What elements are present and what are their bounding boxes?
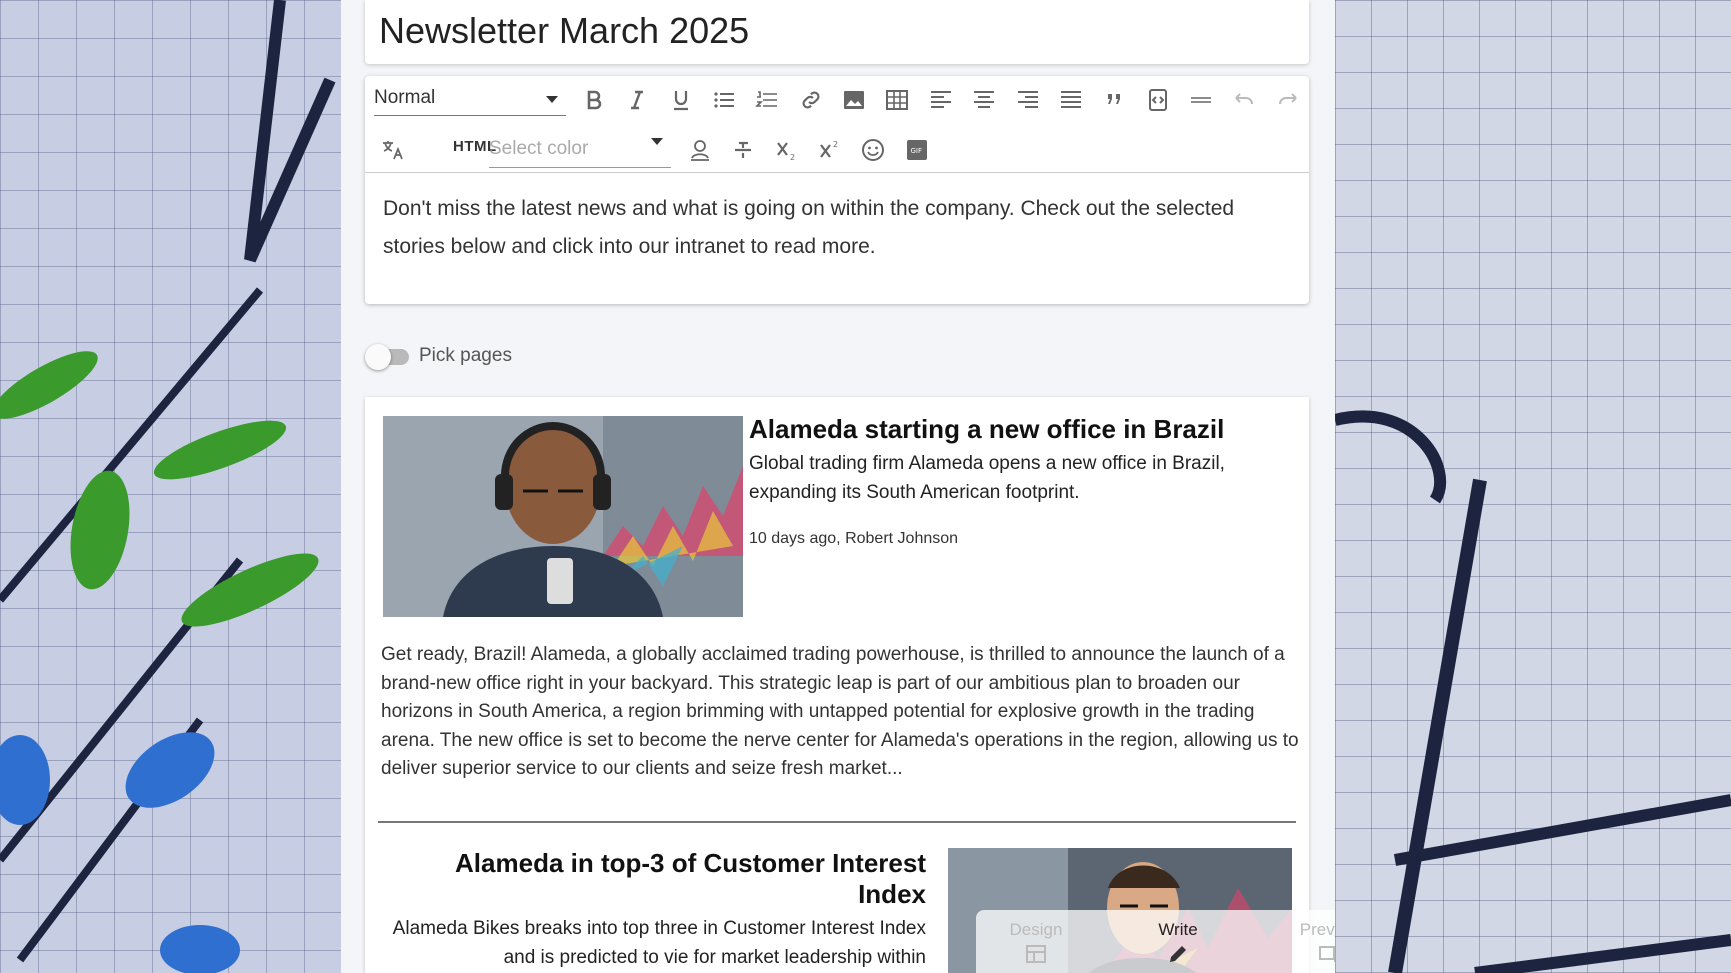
italic-button[interactable]: [620, 84, 654, 116]
svg-text:2: 2: [833, 140, 838, 149]
article-body: Get ready, Brazil! Alameda, a globally a…: [381, 644, 1299, 780]
article-meta: 10 days ago, Robert Johnson: [749, 530, 959, 547]
toggle-knob[interactable]: [365, 344, 391, 370]
emoji-icon: [862, 139, 884, 161]
personalize-icon: [691, 140, 709, 161]
devices-icon: [1319, 946, 1335, 962]
align-left-button[interactable]: [924, 84, 958, 116]
align-justify-button[interactable]: [1054, 84, 1088, 116]
write-mode-button[interactable]: Write: [1118, 910, 1238, 973]
strikethrough-icon: [735, 141, 751, 158]
redo-icon: [1279, 93, 1297, 105]
article-image: [383, 416, 743, 617]
title-card: Newsletter March 2025: [365, 0, 1309, 64]
quote-icon: [1108, 94, 1120, 104]
article-title[interactable]: Alameda in top-3 of Customer Interest In…: [381, 848, 926, 910]
chevron-down-icon: [651, 138, 663, 145]
background-right-notebook: [1333, 0, 1731, 973]
redo-button[interactable]: [1271, 84, 1305, 116]
subscript-button[interactable]: 2: [770, 134, 804, 166]
editor-toolbar: Normal HTML Select color 2 2 GIF: [365, 76, 1309, 173]
rich-text-editor: Normal HTML Select color 2 2 GIF Don't m…: [365, 76, 1309, 304]
toolbar-row-2: HTML Select color 2 2 GIF: [365, 126, 1309, 174]
preview-mode-label: Preview: [1299, 920, 1335, 939]
underline-icon: [674, 91, 688, 111]
svg-text:GIF: GIF: [911, 147, 923, 155]
article-subtitle: Alameda Bikes breaks into top three in C…: [392, 918, 926, 968]
translate-button[interactable]: [376, 134, 410, 166]
background-left-notebook: [0, 0, 341, 973]
personalize-button[interactable]: [683, 134, 717, 166]
paragraph-style-select[interactable]: Normal: [374, 84, 566, 116]
article-divider: [378, 821, 1296, 823]
newsletter-articles: Alameda starting a new office in Brazil …: [365, 397, 1309, 973]
align-center-button[interactable]: [967, 84, 1001, 116]
text-color-placeholder: Select color: [489, 138, 589, 159]
design-mode-label: Design: [1009, 920, 1063, 939]
subscript-icon: 2: [777, 142, 795, 162]
link-button[interactable]: [794, 84, 828, 116]
emoji-button[interactable]: [856, 134, 890, 166]
article-subtitle: Global trading firm Alameda opens a new …: [749, 453, 1225, 503]
translate-icon: [383, 141, 403, 160]
horizontal-rule-icon: [1191, 97, 1211, 103]
horizontal-rule-button[interactable]: [1184, 84, 1218, 116]
undo-icon: [1235, 93, 1253, 105]
table-icon: [886, 90, 908, 110]
align-left-icon: [931, 91, 951, 108]
link-icon: [802, 91, 820, 109]
gif-icon: GIF: [907, 140, 927, 160]
numbered-list-icon: [755, 91, 777, 107]
code-block-button[interactable]: [1141, 84, 1175, 116]
underline-button[interactable]: [664, 84, 698, 116]
editor-content[interactable]: Don't miss the latest news and what is g…: [383, 190, 1283, 266]
design-mode-button[interactable]: Design: [976, 910, 1096, 973]
insert-image-button[interactable]: [837, 84, 871, 116]
mode-switcher: Design Write Preview: [976, 910, 1335, 973]
svg-text:2: 2: [790, 153, 795, 162]
layout-icon: [1026, 945, 1046, 963]
newsletter-title-input[interactable]: Newsletter March 2025: [379, 10, 749, 52]
italic-icon: [631, 90, 643, 110]
paragraph-style-value: Normal: [374, 87, 436, 108]
superscript-button[interactable]: 2: [813, 134, 847, 166]
code-block-icon: [1149, 89, 1167, 111]
insert-table-button[interactable]: [880, 84, 914, 116]
bullet-list-button[interactable]: [707, 84, 741, 116]
newsletter-editor-page: Newsletter March 2025 Normal HTML Select…: [341, 0, 1335, 973]
blockquote-button[interactable]: [1097, 84, 1131, 116]
write-mode-label: Write: [1158, 920, 1198, 939]
pick-pages-label: Pick pages: [419, 345, 512, 366]
align-right-button[interactable]: [1011, 84, 1045, 116]
notebook-doodle: [0, 0, 336, 973]
toolbar-row-1: Normal: [365, 76, 1309, 124]
strikethrough-button[interactable]: [726, 134, 760, 166]
undo-button[interactable]: [1227, 84, 1261, 116]
align-center-icon: [974, 91, 994, 108]
man-with-phone-photo: [383, 416, 743, 617]
numbered-list-button[interactable]: [750, 84, 784, 116]
gif-button[interactable]: GIF: [900, 134, 934, 166]
align-justify-icon: [1061, 91, 1081, 108]
bold-button[interactable]: [577, 84, 611, 116]
text-color-select[interactable]: Select color: [489, 132, 671, 168]
image-icon: [844, 91, 864, 109]
chevron-down-icon: [546, 96, 558, 103]
superscript-icon: 2: [820, 140, 838, 158]
align-right-icon: [1018, 91, 1038, 108]
article-title[interactable]: Alameda starting a new office in Brazil: [749, 414, 1289, 445]
notebook-doodle-right: [1333, 410, 1731, 973]
bullet-list-icon: [714, 92, 734, 108]
preview-mode-button[interactable]: Preview: [1270, 910, 1335, 973]
pencil-icon: [1170, 946, 1186, 962]
bold-icon: [587, 90, 602, 110]
